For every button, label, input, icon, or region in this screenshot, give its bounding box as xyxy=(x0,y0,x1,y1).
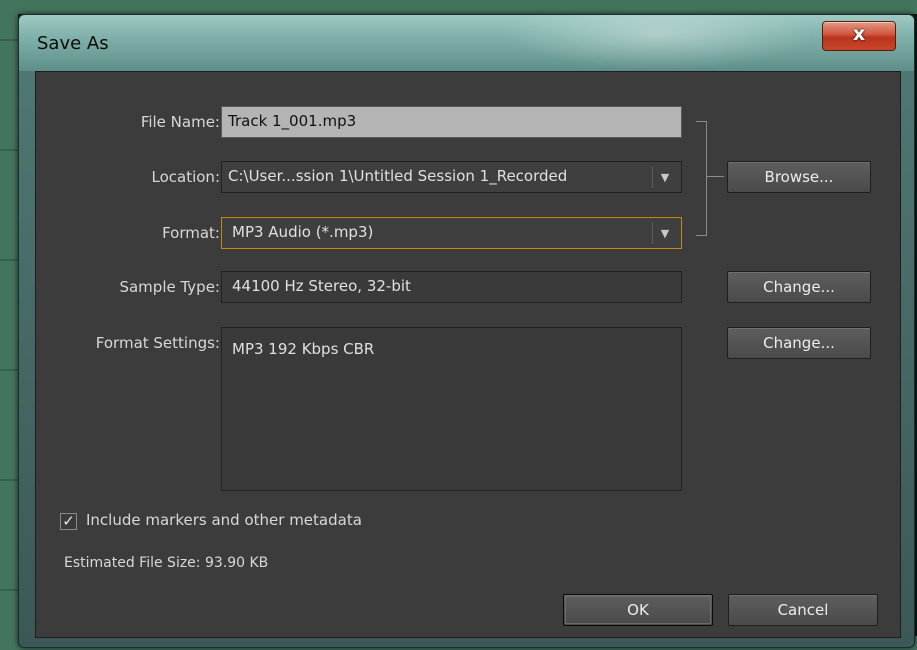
browse-button[interactable]: Browse... xyxy=(727,161,871,193)
chevron-down-icon[interactable]: ▼ xyxy=(652,222,677,244)
format-dropdown[interactable]: MP3 Audio (*.mp3) ▼ xyxy=(221,217,682,249)
location-value: C:\User...ssion 1\Untitled Session 1_Rec… xyxy=(228,167,568,185)
cancel-button[interactable]: Cancel xyxy=(728,594,878,626)
save-as-dialog: Save As x File Name: Track 1_001.mp3 Loc… xyxy=(18,14,915,648)
close-icon: x xyxy=(852,23,866,45)
change-sample-type-button[interactable]: Change... xyxy=(727,271,871,303)
location-dropdown[interactable]: C:\User...ssion 1\Untitled Session 1_Rec… xyxy=(221,161,682,193)
sample-type-field: 44100 Hz Stereo, 32-bit xyxy=(221,271,682,303)
include-markers-checkbox[interactable]: ✓ xyxy=(60,513,77,530)
include-markers-label[interactable]: Include markers and other metadata xyxy=(86,511,362,529)
close-button[interactable]: x xyxy=(822,21,896,51)
format-settings-label: Format Settings: xyxy=(95,334,220,352)
location-label: Location: xyxy=(151,168,221,186)
dialog-content: File Name: Track 1_001.mp3 Location: C:\… xyxy=(35,71,901,638)
sample-type-label: Sample Type: xyxy=(119,278,220,296)
format-label: Format: xyxy=(162,224,220,242)
format-settings-box: MP3 192 Kbps CBR xyxy=(221,327,682,491)
change-format-settings-button[interactable]: Change... xyxy=(727,327,871,359)
title-bar[interactable]: Save As x xyxy=(19,15,914,71)
file-name-input[interactable]: Track 1_001.mp3 xyxy=(221,106,682,138)
dialog-title: Save As xyxy=(37,33,109,54)
bracket-tick xyxy=(706,176,724,177)
estimated-file-size: Estimated File Size: 93.90 KB xyxy=(64,555,269,571)
ok-button[interactable]: OK xyxy=(563,594,713,626)
file-name-label: File Name: xyxy=(140,113,220,131)
format-value: MP3 Audio (*.mp3) xyxy=(232,223,374,241)
chevron-down-icon[interactable]: ▼ xyxy=(652,166,677,188)
field-group-bracket xyxy=(696,121,707,236)
